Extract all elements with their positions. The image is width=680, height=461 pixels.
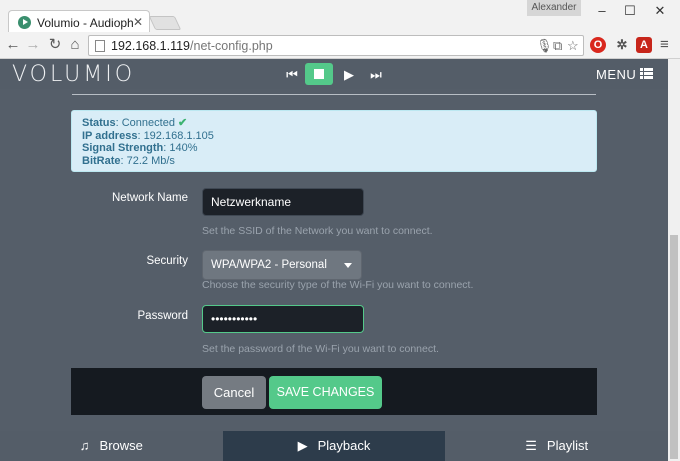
- address-bar[interactable]: 192.168.1.119/net-config.php 🎙 ⧉ ☆: [88, 35, 584, 56]
- play-icon[interactable]: ▶: [338, 65, 360, 85]
- security-selected-value: WPA/WPA2 - Personal: [211, 259, 327, 271]
- password-label: Password: [137, 310, 189, 322]
- home-icon[interactable]: ⌂: [66, 36, 84, 54]
- stop-icon: [314, 69, 324, 79]
- volumio-logo[interactable]: VOLUMIO: [12, 62, 135, 87]
- nav-playlist-label: Playlist: [546, 438, 589, 453]
- status-line: Status: Connected ✔: [82, 117, 188, 129]
- browser-tab[interactable]: Volumio - Audiophile Music Player ✕: [8, 10, 150, 34]
- next-track-icon[interactable]: ⏭: [365, 65, 387, 85]
- password-help: Set the password of the Wi-Fi you want t…: [202, 343, 439, 355]
- network-name-help: Set the SSID of the Network you want to …: [202, 225, 433, 237]
- forward-icon[interactable]: →: [24, 36, 42, 54]
- header-divider: [72, 94, 596, 95]
- bug-extension-icon[interactable]: ✲: [614, 37, 630, 53]
- microphone-icon[interactable]: 🎙: [536, 38, 553, 54]
- nav-playlist[interactable]: ☰ Playlist: [445, 431, 668, 461]
- back-icon[interactable]: ←: [4, 36, 22, 54]
- signal-line: Signal Strength: 140%: [82, 142, 198, 154]
- save-changes-button[interactable]: SAVE CHANGES: [269, 376, 382, 409]
- pdf-extension-icon[interactable]: A: [636, 37, 652, 53]
- minimize-icon[interactable]: –: [588, 2, 616, 20]
- chevron-down-icon: [344, 263, 352, 268]
- bitrate-line: BitRate: 72.2 Mb/s: [82, 154, 175, 167]
- translate-icon[interactable]: ⧉: [553, 38, 562, 54]
- music-note-icon: ♫: [79, 438, 90, 453]
- volumio-favicon-icon: [18, 16, 31, 29]
- reload-icon[interactable]: ↻: [46, 36, 64, 54]
- cancel-button[interactable]: Cancel: [202, 376, 266, 409]
- tab-close-icon[interactable]: ✕: [133, 15, 143, 29]
- nav-browse[interactable]: ♫ Browse: [0, 431, 223, 461]
- maximize-icon[interactable]: ☐: [616, 2, 644, 20]
- stop-button[interactable]: [305, 63, 333, 85]
- menu-button[interactable]: MENU: [596, 67, 636, 82]
- previous-track-icon[interactable]: ⏮: [281, 65, 303, 85]
- list-icon: ☰: [525, 438, 537, 453]
- bookmark-star-icon[interactable]: ☆: [567, 38, 579, 54]
- ip-line: IP address: 192.168.1.105: [82, 129, 214, 142]
- password-input[interactable]: •••••••••••: [202, 305, 364, 333]
- security-select[interactable]: WPA/WPA2 - Personal: [202, 250, 362, 280]
- browser-menu-icon[interactable]: ≡: [660, 36, 669, 54]
- browser-titlebar: Volumio - Audiophile Music Player ✕ Alex…: [0, 0, 680, 34]
- tab-title: Volumio - Audiophile Music Player: [37, 16, 133, 30]
- page-icon: [95, 40, 105, 52]
- menu-list-icon[interactable]: [640, 68, 653, 79]
- network-name-input[interactable]: Netzwerkname: [202, 188, 364, 216]
- opera-extension-icon[interactable]: O: [590, 37, 606, 53]
- window-close-icon[interactable]: ✕: [646, 2, 674, 20]
- security-label: Security: [146, 255, 188, 267]
- nav-browse-label: Browse: [99, 438, 143, 453]
- network-name-label: Network Name: [111, 192, 188, 204]
- connection-status-panel: Status: Connected ✔ IP address: 192.168.…: [71, 110, 597, 172]
- play-icon: ▶: [297, 438, 308, 453]
- app-header: VOLUMIO ⏮ ▶ ⏭ MENU: [0, 59, 668, 89]
- profile-badge[interactable]: Alexander: [527, 0, 581, 16]
- volumio-page: VOLUMIO ⏮ ▶ ⏭ MENU Status: Connected ✔ I…: [0, 59, 668, 461]
- browser-toolbar: ← → ↻ ⌂ 192.168.1.119/net-config.php 🎙 ⧉…: [0, 32, 680, 59]
- page-scrollbar[interactable]: [668, 59, 680, 461]
- url-text: 192.168.1.119/net-config.php: [111, 39, 273, 53]
- bottom-navigation: ♫ Browse ▶ Playback ☰ Playlist: [0, 431, 668, 461]
- security-help: Choose the security type of the Wi-Fi yo…: [202, 279, 474, 291]
- scrollbar-thumb[interactable]: [670, 235, 678, 459]
- checkmark-icon: ✔: [178, 117, 188, 129]
- new-tab-button[interactable]: [148, 16, 182, 30]
- nav-playback-label: Playback: [317, 438, 371, 453]
- nav-playback[interactable]: ▶ Playback: [222, 431, 446, 461]
